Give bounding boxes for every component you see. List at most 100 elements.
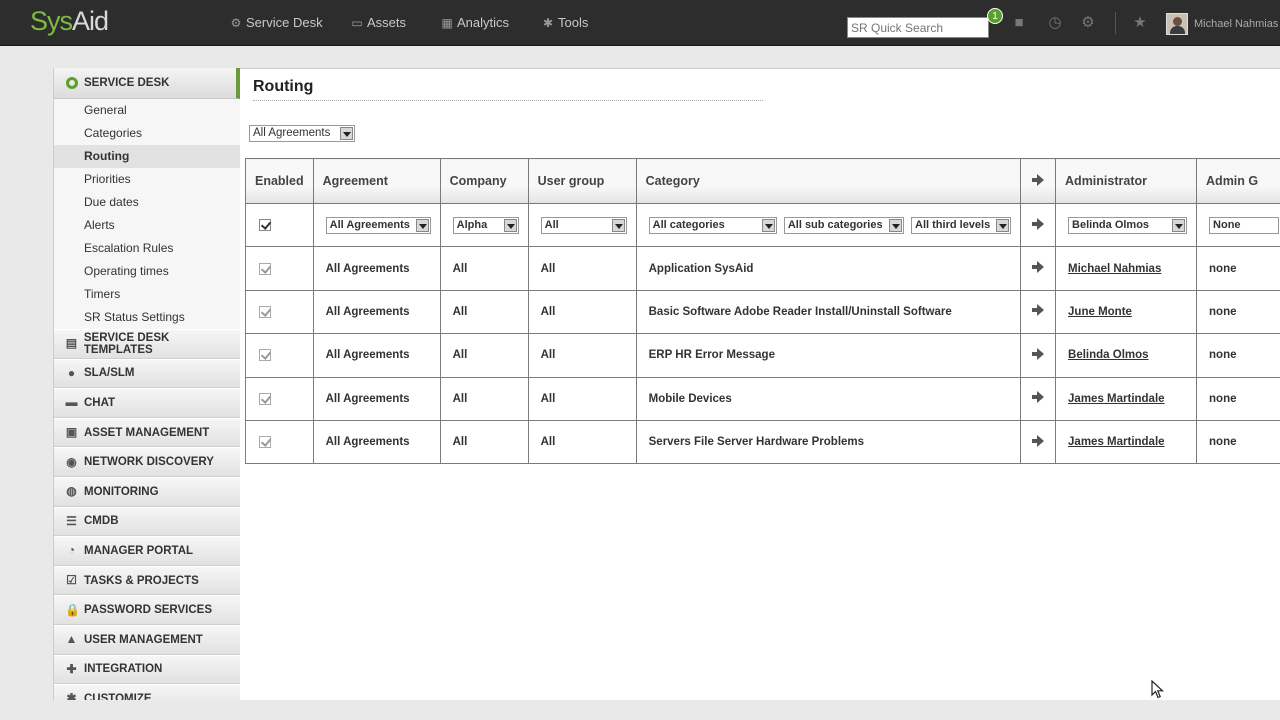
filter-company-value: Alpha — [456, 218, 488, 231]
sidebar-section-monitoring[interactable]: ◍ MONITORING — [54, 476, 240, 507]
row-administrator-cell[interactable]: Belinda Olmos — [1055, 333, 1198, 378]
sidebar-item-escalation-rules[interactable]: Escalation Rules — [54, 237, 240, 260]
sidebar-section-customize[interactable]: ✱ CUSTOMIZE — [54, 684, 240, 700]
sidebar-item-timers[interactable]: Timers — [54, 283, 240, 306]
row-administrator-cell-text[interactable]: Belinda Olmos — [1068, 349, 1149, 361]
sidebar-section-list: ▤ SERVICE DESK TEMPLATES ● SLA/SLM ▬ CHAT ▣ ASS… — [54, 329, 240, 700]
col-administrator[interactable]: Administrator — [1055, 158, 1198, 204]
table-row[interactable]: All Agreements All All Mobile Devices James … — [245, 376, 1280, 421]
row-user-group-cell: All — [527, 246, 637, 291]
col-enabled[interactable]: Enabled — [245, 158, 314, 204]
sidebar-item-due-dates[interactable]: Due dates — [54, 191, 240, 214]
filter-third-level-select[interactable]: All third levels — [911, 216, 1012, 234]
table-row[interactable]: All Agreements All All Servers File Server … — [245, 419, 1280, 465]
sidebar-section-password-services[interactable]: 🔒 PASSWORD SERVICES — [54, 595, 240, 625]
sidebar-section-integration[interactable]: ✚ INTEGRATION — [54, 654, 240, 685]
sidebar-item-general[interactable]: General — [54, 99, 240, 122]
sidebar-section-sla-slm[interactable]: ● SLA/SLM — [54, 358, 240, 389]
row-user-group-cell-text: All — [540, 436, 556, 449]
row-user-group-cell-text: All — [540, 349, 556, 362]
sidebar-item-routing[interactable]: Routing — [54, 145, 240, 168]
filter-third-level-value: All third levels — [915, 218, 991, 231]
row-user-group-cell: All — [527, 333, 637, 378]
filter-agreement-select[interactable]: All Agreements — [325, 216, 431, 234]
sidebar-item-operating-times[interactable]: Operating times — [54, 260, 240, 283]
agreement-filter-value: All Agreements — [253, 127, 331, 139]
filter-category-select[interactable]: All categories — [648, 216, 777, 234]
nav-analytics[interactable]: ▦ Analytics — [440, 15, 509, 30]
notification-badge[interactable]: 1 — [987, 8, 1003, 24]
network-icon: ◉ — [66, 454, 77, 469]
sidebar-section-chat[interactable]: ▬ CHAT — [54, 388, 240, 418]
filter-administrator-select[interactable]: Belinda Olmos — [1068, 216, 1188, 234]
row-agreement-cell: All Agreements — [312, 419, 441, 465]
row-administrator-cell[interactable]: Michael Nahmias — [1055, 246, 1198, 291]
sidebar-section-user-management[interactable]: ▲ USER MANAGEMENT — [54, 624, 240, 655]
row-enabled-checkbox[interactable] — [259, 262, 271, 275]
nav-service-desk[interactable]: ⚙ Service Desk — [229, 15, 323, 30]
row-category-cell: Application SysAid — [635, 246, 1022, 291]
row-administrator-cell-text[interactable]: June Monte — [1068, 306, 1132, 318]
enabled-checkbox[interactable] — [259, 219, 271, 232]
col-category[interactable]: Category — [635, 158, 1022, 204]
sidebar-item-priorities[interactable]: Priorities — [54, 168, 240, 191]
sidebar-section-manager-portal[interactable]: ◔ MANAGER PORTAL — [54, 536, 240, 566]
row-enabled-checkbox[interactable] — [259, 436, 271, 449]
row-agreement-cell: All Agreements — [312, 246, 441, 291]
table-row[interactable]: All Agreements All All Basic Software Adobe… — [245, 289, 1280, 335]
gear-icon[interactable]: ⚙ — [1079, 14, 1097, 32]
avatar[interactable] — [1166, 13, 1188, 35]
filter-company-select[interactable]: Alpha — [452, 216, 519, 234]
row-administrator-cell[interactable]: June Monte — [1055, 289, 1198, 335]
col-agreement[interactable]: Agreement — [312, 158, 441, 204]
sidebar-section-cmdb[interactable]: ☰ CMDB — [54, 506, 240, 537]
col-company[interactable]: Company — [439, 158, 529, 204]
row-administrator-cell[interactable]: James Martindale — [1055, 376, 1198, 421]
sidebar-section-asset-management[interactable]: ▣ ASSET MANAGEMENT — [54, 417, 240, 448]
arrow-right-icon — [1032, 347, 1045, 360]
row-admin-group-cell: none — [1196, 376, 1280, 421]
clock-icon[interactable]: ◷ — [1046, 14, 1064, 32]
arrow-right-icon — [1032, 304, 1045, 317]
service-desk-icon — [66, 77, 78, 89]
row-enabled-checkbox[interactable] — [259, 392, 271, 405]
sidebar-header-label: SERVICE DESK — [84, 77, 170, 89]
sidebar-section-service-desk-templates[interactable]: ▤ SERVICE DESK TEMPLATES — [54, 329, 240, 359]
page-title: Routing — [253, 78, 314, 95]
sidebar-item-sr-status-settings[interactable]: SR Status Settings — [54, 306, 240, 329]
quick-search-input[interactable] — [847, 17, 989, 38]
row-administrator-cell-text[interactable]: James Martindale — [1068, 436, 1165, 448]
row-admin-group-cell: none — [1196, 333, 1280, 378]
user-name[interactable]: Michael Nahmias — [1194, 18, 1278, 30]
chevron-down-icon — [1172, 218, 1186, 232]
sidebar-section-label: CUSTOMIZE — [84, 692, 152, 700]
filter-user-group-select[interactable]: All — [540, 216, 627, 234]
sysaid-logo[interactable]: SysAid — [30, 6, 109, 37]
row-administrator-cell-text[interactable]: Michael Nahmias — [1068, 263, 1161, 275]
row-administrator-cell[interactable]: James Martindale — [1055, 419, 1198, 465]
row-enabled-checkbox[interactable] — [259, 349, 271, 362]
video-icon[interactable]: ■ — [1010, 14, 1028, 32]
sidebar-section-network-discovery[interactable]: ◉ NETWORK DISCOVERY — [54, 447, 240, 477]
sidebar-header-service-desk[interactable]: SERVICE DESK — [54, 68, 240, 99]
sidebar-item-categories[interactable]: Categories — [54, 122, 240, 145]
table-row[interactable]: All Agreements All All ERP HR Error Message… — [245, 333, 1280, 378]
sidebar-section-tasks-projects[interactable]: ☑ TASKS & PROJECTS — [54, 565, 240, 596]
row-administrator-cell-text[interactable]: James Martindale — [1068, 393, 1165, 405]
filter-sub-category-select[interactable]: All sub categories — [783, 216, 904, 234]
service-desk-icon: ⚙ — [230, 15, 242, 30]
filter-admin-group-select[interactable]: None — [1209, 216, 1280, 234]
nav-assets[interactable]: ▭ Assets — [350, 15, 406, 30]
table-row[interactable]: All Agreements All All Application SysAid Mi… — [245, 246, 1280, 291]
row-enabled-checkbox[interactable] — [259, 305, 271, 318]
sidebar-item-alerts[interactable]: Alerts — [54, 214, 240, 237]
nav-tools[interactable]: ✱ Tools — [541, 15, 588, 30]
chevron-down-icon — [503, 218, 517, 232]
agreement-filter-select[interactable]: All Agreements — [249, 125, 355, 142]
user-icon: ▲ — [65, 632, 78, 647]
row-category-cell: Servers File Server Hardware Problems — [635, 419, 1022, 465]
tools-icon: ✱ — [542, 15, 554, 30]
col-admin-group[interactable]: Admin G — [1196, 158, 1280, 204]
star-icon[interactable]: ★ — [1131, 14, 1149, 32]
col-user-group[interactable]: User group — [527, 158, 637, 204]
